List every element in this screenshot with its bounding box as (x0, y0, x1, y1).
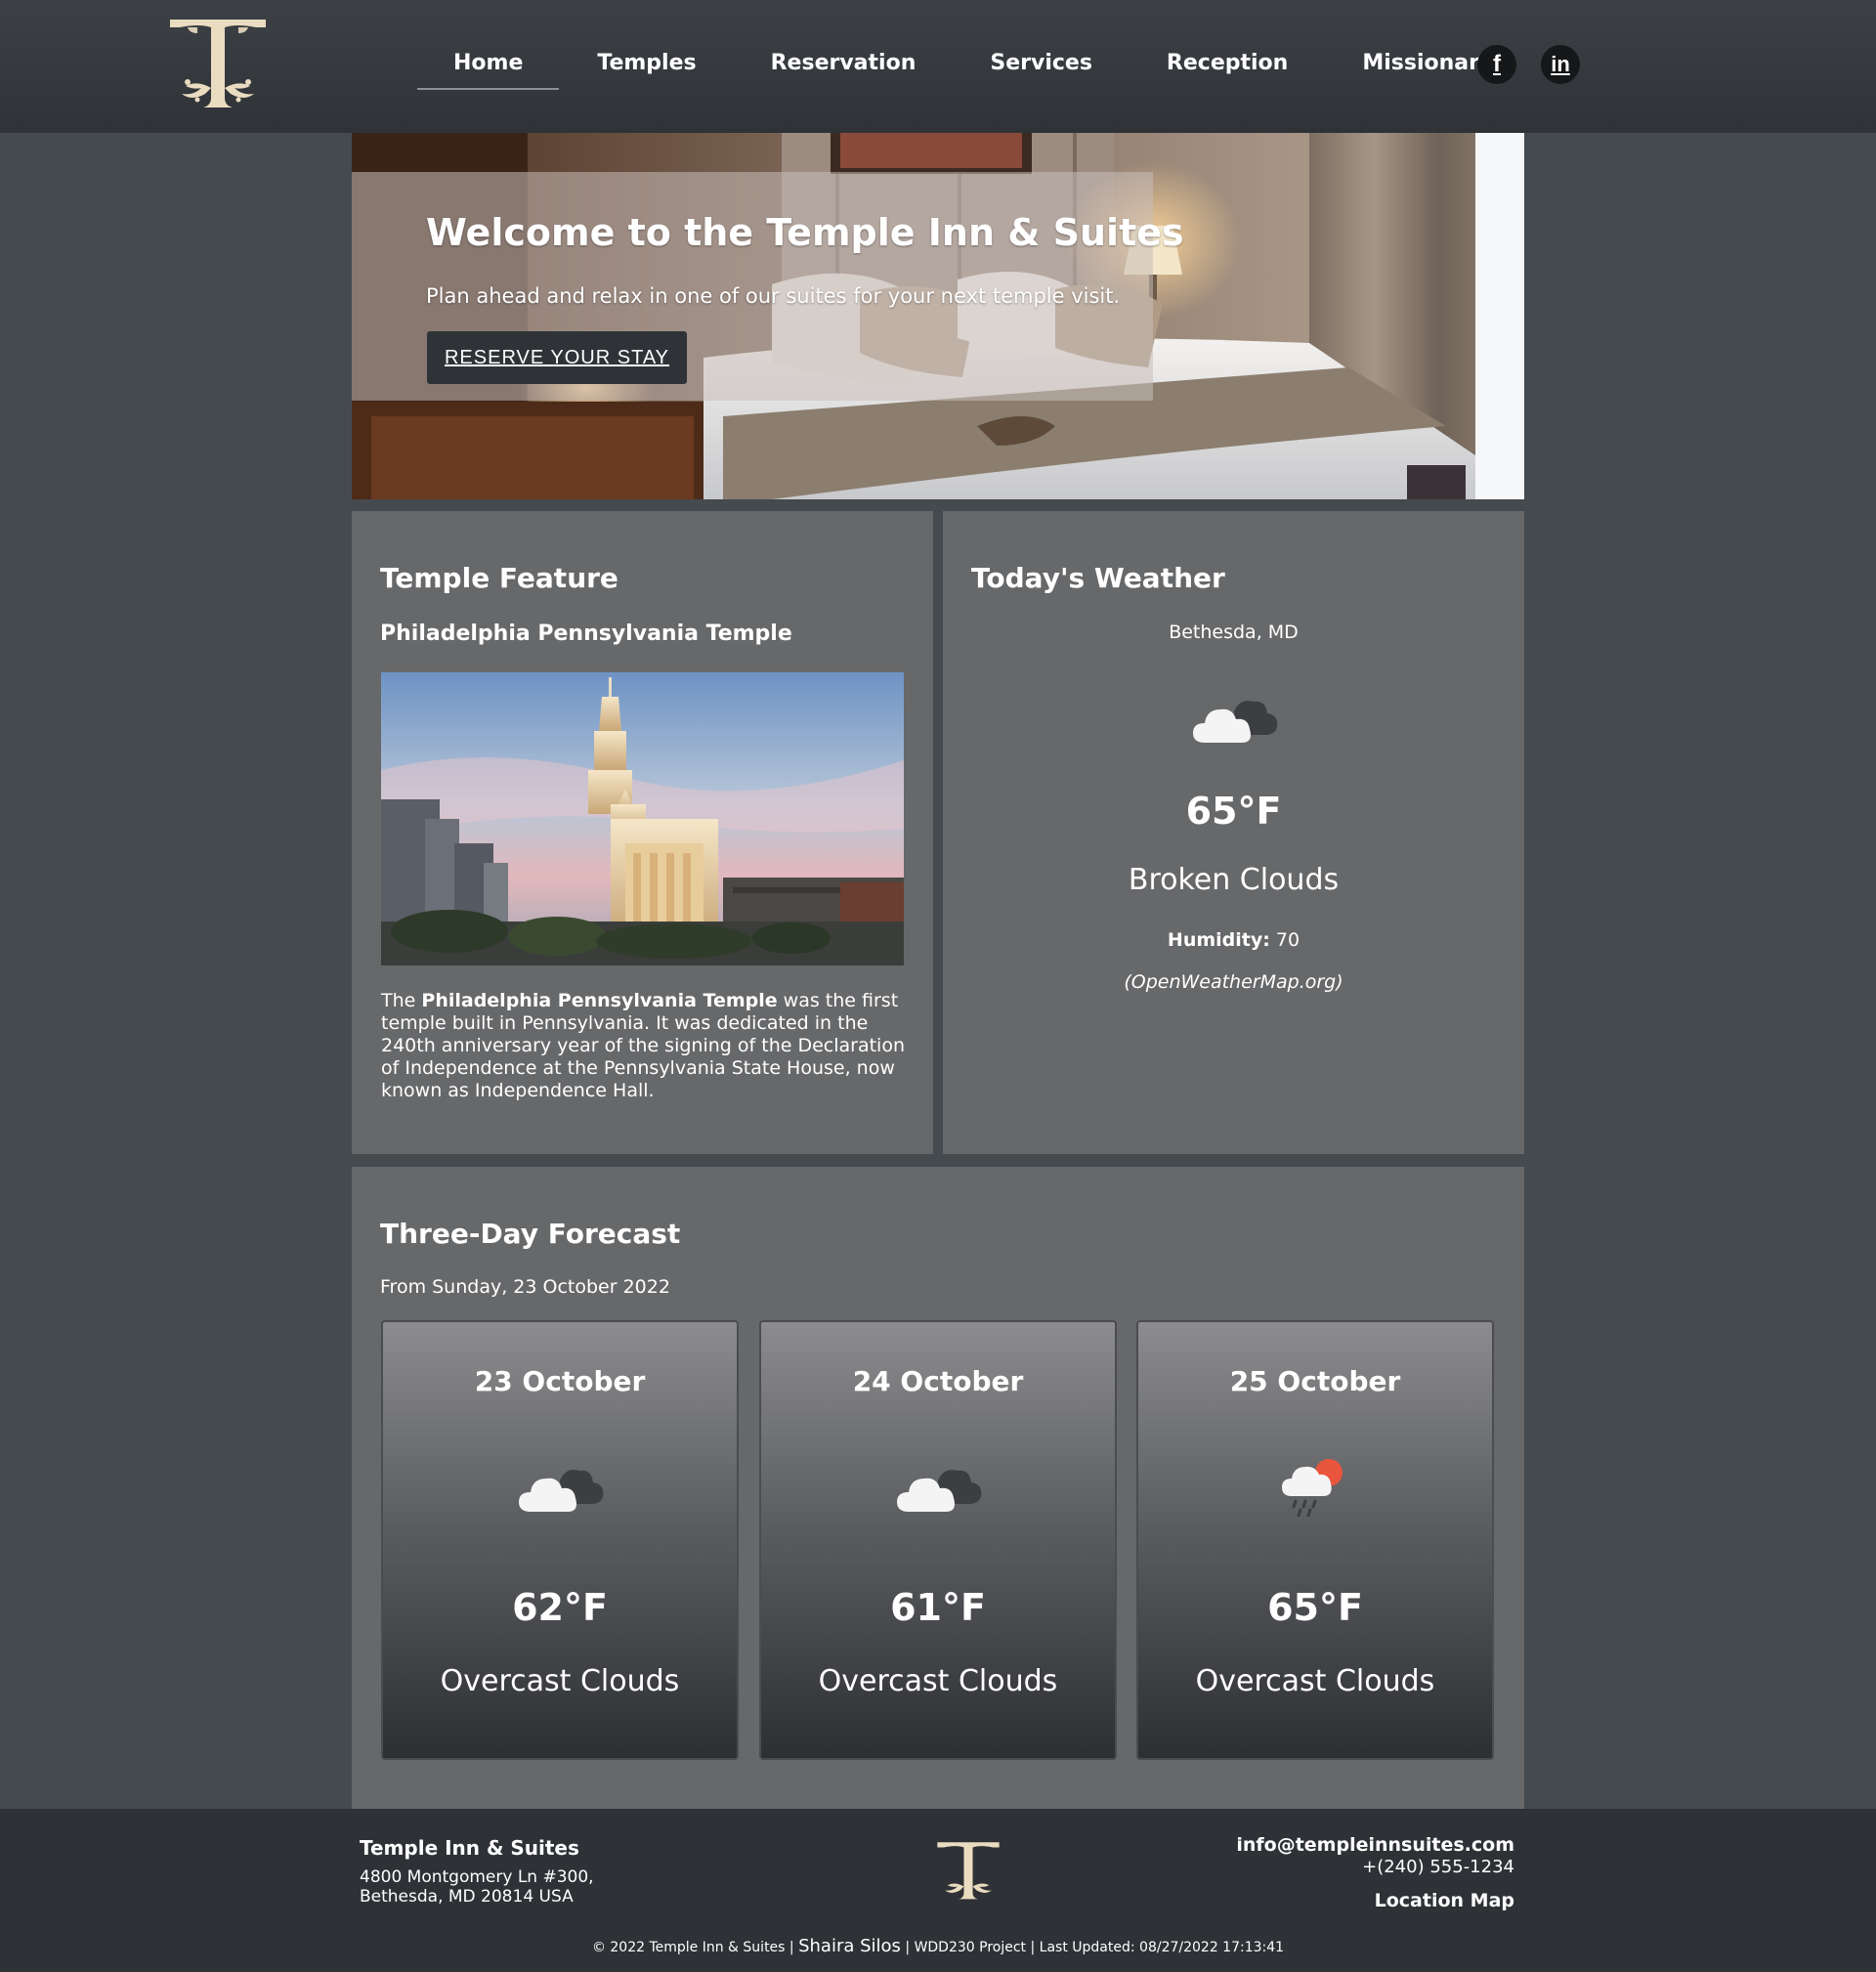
humidity-label: Humidity: (1167, 929, 1270, 951)
weather-heading: Today's Weather (971, 562, 1225, 594)
last-updated: Last Updated: 08/27/2022 17:13:41 (1039, 1940, 1285, 1955)
feature-text-bold: Philadelphia Pennsylvania Temple (421, 990, 778, 1011)
forecast-from-date: From Sunday, 23 October 2022 (380, 1276, 670, 1298)
weather-humidity: Humidity: 70 (943, 929, 1524, 951)
footer-copyright-bar: © 2022 Temple Inn & Suites | Shaira Silo… (591, 1936, 1285, 1956)
author-name: Shaira Silos (798, 1936, 901, 1956)
forecast-description: Overcast Clouds (440, 1664, 680, 1698)
weather-source: (OpenWeatherMap.org) (1124, 971, 1343, 993)
site-logo[interactable] (168, 18, 268, 111)
nav-reservation[interactable]: Reservation (735, 35, 953, 90)
reserve-button[interactable]: RESERVE YOUR STAY (427, 331, 687, 384)
weather-description: Broken Clouds (1128, 863, 1340, 897)
temple-feature-card: Temple Feature Philadelphia Pennsylvania… (352, 511, 933, 1154)
humidity-value: 70 (1269, 929, 1300, 951)
footer-contact: info@templeinnsuites.com +(240) 555-1234… (1236, 1834, 1514, 1911)
footer-email-link[interactable]: info@templeinnsuites.com (1236, 1834, 1514, 1856)
site-header: Home Temples Reservation Services Recept… (0, 0, 1876, 133)
forecast-description: Overcast Clouds (818, 1664, 1058, 1698)
weather-temp: 65°F (1185, 790, 1282, 833)
feature-text-intro: The (381, 990, 422, 1011)
forecast-day-card: 25 October 65°F Overcast Clouds (1136, 1320, 1494, 1760)
weather-card: Today's Weather Bethesda, MD 65°F Broken… (943, 511, 1524, 1154)
forecast-date: 23 October (474, 1365, 646, 1397)
hero-banner: Welcome to the Temple Inn & Suites Plan … (352, 133, 1524, 499)
forecast-heading: Three-Day Forecast (380, 1218, 681, 1250)
forecast-date: 24 October (852, 1365, 1024, 1397)
forecast-day-card: 23 October 62°F Overcast Clouds (381, 1320, 739, 1760)
forecast-date: 25 October (1229, 1365, 1401, 1397)
nav-temples[interactable]: Temples (561, 35, 732, 90)
location-map-link[interactable]: Location Map (1236, 1890, 1514, 1911)
project-name: WDD230 Project (914, 1940, 1027, 1955)
cloud-icon (761, 1461, 1115, 1522)
nav-missionaries[interactable]: Missionaries (1326, 35, 1550, 90)
temple-photo (381, 672, 904, 965)
nav-home[interactable]: Home (417, 35, 560, 90)
site-footer: Temple Inn & Suites 4800 Montgomery Ln #… (0, 1809, 1876, 1972)
forecast-description: Overcast Clouds (1195, 1664, 1435, 1698)
main-nav: Home Temples Reservation Services Recept… (417, 35, 1553, 94)
cloud-icon (383, 1461, 737, 1522)
copyright-text: © 2022 Temple Inn & Suites (591, 1940, 786, 1955)
rain-sun-cloud-icon (1138, 1455, 1492, 1523)
temple-logo-icon (170, 20, 266, 107)
broken-clouds-icon (943, 692, 1524, 750)
feature-heading: Temple Feature (380, 562, 618, 594)
hero-subtitle: Plan ahead and relax in one of our suite… (426, 284, 1121, 308)
footer-business-name: Temple Inn & Suites (360, 1836, 579, 1860)
forecast-card: Three-Day Forecast From Sunday, 23 Octob… (352, 1167, 1524, 1809)
forecast-temp: 62°F (512, 1586, 608, 1629)
feature-description: The Philadelphia Pennsylvania Temple was… (381, 990, 909, 1102)
linkedin-icon[interactable]: in (1541, 45, 1580, 84)
weather-location: Bethesda, MD (1169, 622, 1299, 643)
forecast-temp: 65°F (1267, 1586, 1363, 1629)
footer-phone: +(240) 555-1234 (1362, 1857, 1514, 1877)
temple-logo-icon (937, 1842, 1000, 1900)
nav-reception[interactable]: Reception (1130, 35, 1324, 90)
hero-title: Welcome to the Temple Inn & Suites (426, 211, 1184, 254)
footer-address-line1: 4800 Montgomery Ln #300, (360, 1867, 594, 1887)
facebook-icon[interactable]: f (1477, 45, 1516, 84)
footer-address-line2: Bethesda, MD 20814 USA (360, 1887, 574, 1907)
nav-services[interactable]: Services (954, 35, 1129, 90)
temple-name: Philadelphia Pennsylvania Temple (380, 622, 792, 646)
footer-logo (936, 1841, 1001, 1902)
forecast-temp: 61°F (890, 1586, 986, 1629)
forecast-day-card: 24 October 61°F Overcast Clouds (759, 1320, 1117, 1760)
